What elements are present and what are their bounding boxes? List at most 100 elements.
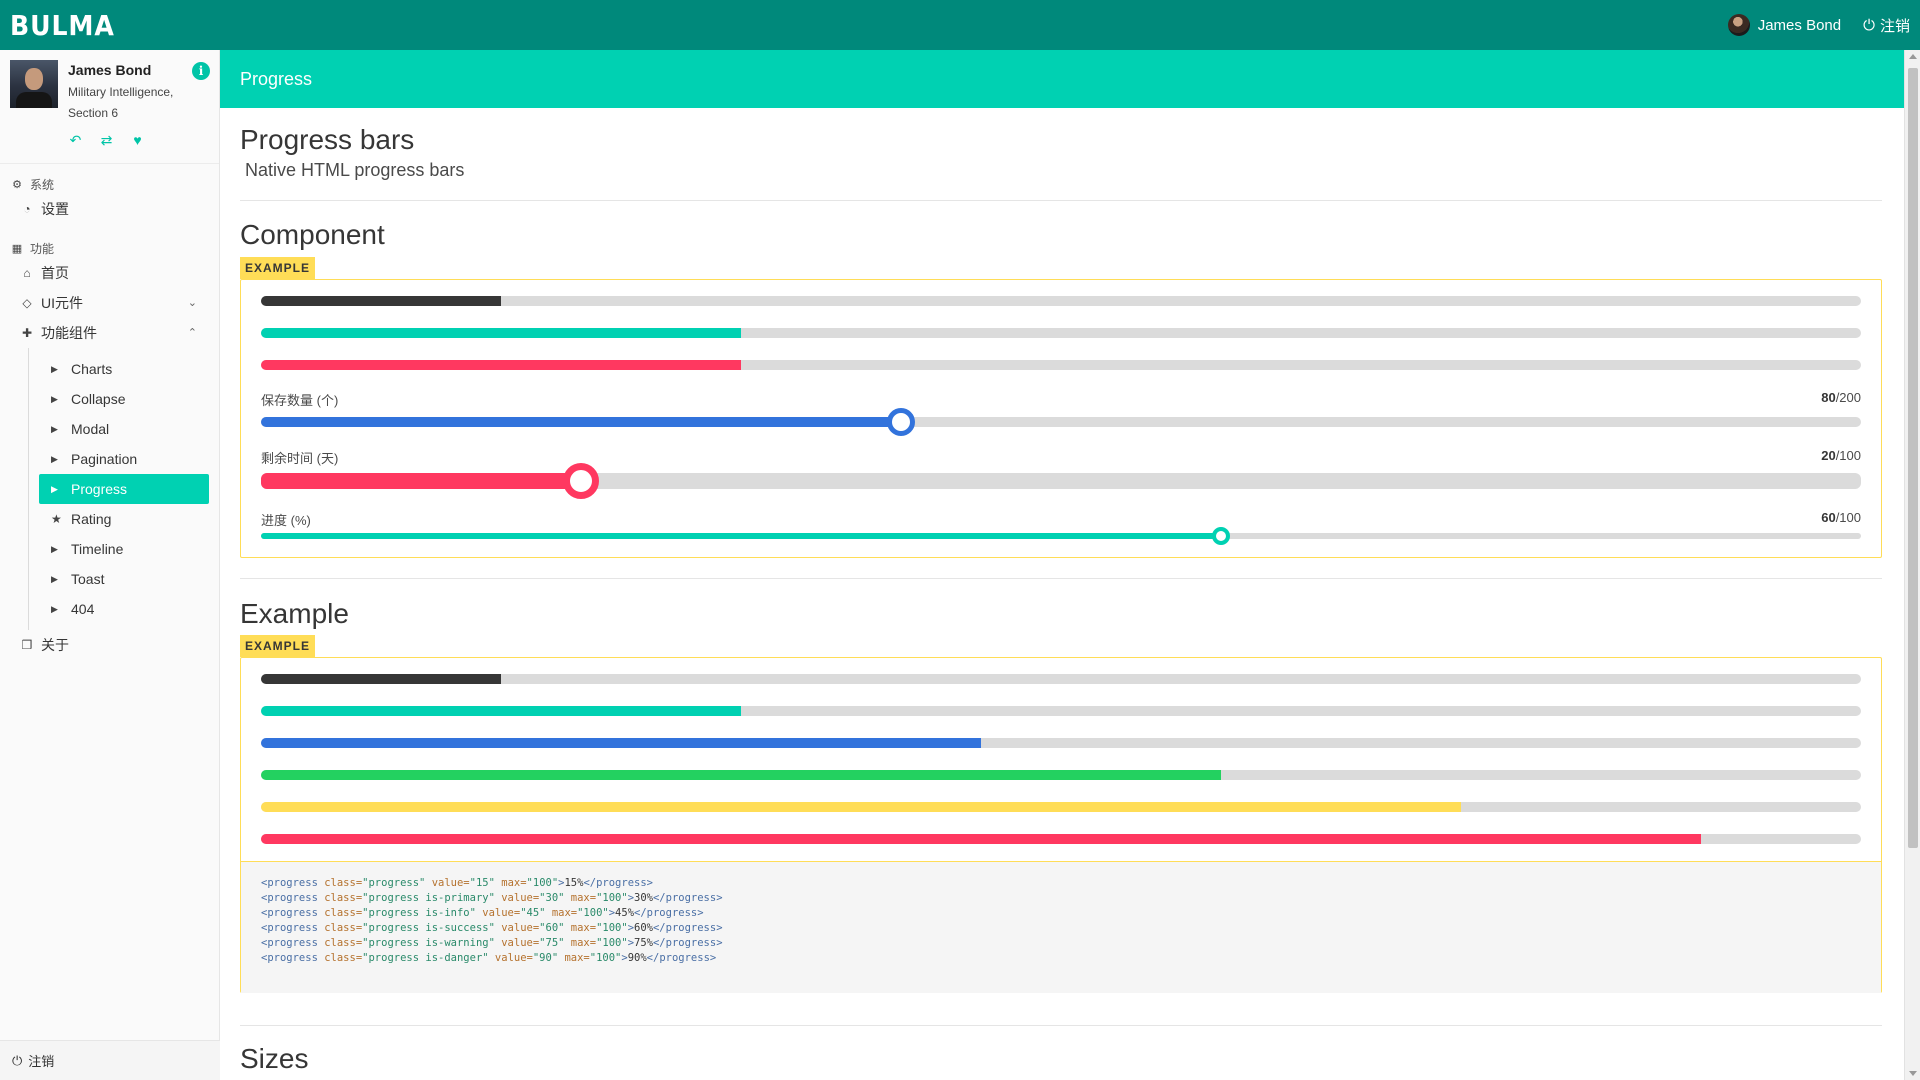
sidebar-item-label: 首页	[41, 265, 69, 281]
scroll-up-arrow[interactable]	[1909, 54, 1917, 59]
sidebar-item-label: Rating	[71, 511, 112, 527]
scrollbar-thumb[interactable]	[1908, 68, 1918, 848]
scroll-down-arrow[interactable]	[1909, 1071, 1917, 1076]
page-scrollbar[interactable]	[1904, 50, 1920, 1080]
range-slider[interactable]	[261, 463, 1861, 499]
sidebar-item-ui[interactable]: ◇ UI元件 ⌄	[0, 288, 219, 318]
progress-bar	[261, 738, 1861, 748]
sidebar-item-charts[interactable]: ▶ Charts	[39, 354, 209, 384]
code-line: <progress class="progress" value="15" ma…	[261, 877, 653, 889]
code-snippet: <progress class="progress" value="15" ma…	[241, 861, 1881, 993]
sidebar-item-label: Progress	[71, 481, 128, 497]
cube-icon: ❒	[21, 638, 33, 652]
example-badge: EXAMPLE	[240, 635, 316, 657]
home-icon: ⌂	[23, 266, 31, 280]
puzzle-icon: ✚	[21, 326, 33, 340]
component-example-box: 保存数量 (个) 80/200 剩余时间 (天) 20/100 进度 (%) 6…	[240, 279, 1882, 558]
menu-group-label: 功能	[30, 241, 55, 256]
menu-group-features: ▦ 功能	[0, 238, 219, 258]
progress-bar	[261, 296, 1861, 306]
progress-fill	[261, 802, 1461, 812]
retweet-icon[interactable]: ⇄	[98, 132, 115, 149]
sidebar-item-progress[interactable]: ▶ Progress	[39, 474, 209, 504]
sidebar-item-modal[interactable]: ▶ Modal	[39, 414, 209, 444]
slider-thumb[interactable]	[887, 408, 915, 436]
code-line: <progress class="progress is-primary" va…	[261, 892, 723, 904]
navbar-right: James Bond ⏻ 注销	[1727, 14, 1910, 36]
logout-label: 注销	[1879, 17, 1910, 35]
example-badge: EXAMPLE	[240, 257, 316, 279]
sidebar-item-label: Collapse	[71, 391, 126, 407]
slider-value: 80/200	[1821, 390, 1861, 405]
slider-max: /100	[1835, 510, 1861, 525]
progress-fill	[261, 296, 501, 306]
reply-icon[interactable]: ↶	[67, 132, 84, 149]
sidebar-item-home[interactable]: ⌂ 首页	[0, 258, 219, 288]
progress-bar	[261, 802, 1861, 812]
slider-value: 20/100	[1821, 448, 1861, 463]
sidebar-item-label: Timeline	[71, 541, 124, 557]
progress-bar	[261, 328, 1861, 338]
sidebar-item-404[interactable]: ▶ 404	[39, 594, 209, 624]
chevron-down-icon: ⌄	[187, 297, 197, 309]
slider-value: 60/100	[1821, 510, 1861, 525]
caret-right-icon: ▶	[51, 363, 58, 374]
sidebar-logout-label: 注销	[28, 1054, 55, 1069]
divider	[240, 578, 1882, 579]
logout-link[interactable]: ⏻ 注销	[1863, 15, 1910, 36]
sidebar-item-components[interactable]: ✚ 功能组件 ⌃	[0, 318, 219, 348]
sidebar-item-collapse[interactable]: ▶ Collapse	[39, 384, 209, 414]
sidebar-item-label: Modal	[71, 421, 110, 437]
section-title-component: Component	[240, 219, 385, 250]
menu-group-system: ⚙ 系统	[0, 174, 219, 194]
main-content: Progress bars Native HTML progress bars …	[240, 108, 1882, 1080]
code-line: <progress class="progress is-danger" val…	[261, 952, 717, 964]
caret-right-icon: ▶	[51, 543, 58, 554]
progress-bar	[261, 360, 1861, 370]
sidebar-item-settings[interactable]: ◔ 设置	[0, 194, 219, 224]
slider-thumb[interactable]	[1212, 527, 1230, 545]
divider	[240, 1025, 1882, 1026]
slider-fill	[261, 473, 581, 489]
brand-logo[interactable]: BULMA	[10, 9, 115, 42]
progress-fill	[261, 706, 741, 716]
sidebar-logout-button[interactable]: ⏻ 注销	[0, 1040, 220, 1080]
sidebar-item-label: 404	[71, 601, 95, 617]
slider-label: 保存数量 (个)	[261, 393, 339, 408]
sidebar-item-pagination[interactable]: ▶ Pagination	[39, 444, 209, 474]
caret-right-icon: ▶	[51, 393, 58, 404]
sidebar-item-about[interactable]: ❒ 关于	[0, 630, 219, 660]
sidebar-item-label: Charts	[71, 361, 113, 377]
page-subtitle: Native HTML progress bars	[245, 160, 465, 180]
grid-icon: ▦	[11, 242, 23, 255]
caret-right-icon: ▶	[51, 453, 58, 464]
slider-max: /200	[1835, 390, 1861, 405]
caret-right-icon: ▶	[51, 483, 58, 494]
sidebar-item-toast[interactable]: ▶ Toast	[39, 564, 209, 594]
range-slider[interactable]	[261, 408, 1861, 436]
progress-fill	[261, 770, 1221, 780]
profile-card: James Bond Military Intelligence, Sectio…	[0, 50, 219, 164]
heart-icon[interactable]: ♥	[129, 132, 146, 149]
slider-label: 剩余时间 (天)	[261, 451, 339, 466]
progress-fill	[261, 328, 741, 338]
progress-fill	[261, 738, 981, 748]
power-icon: ⏻	[1863, 16, 1875, 34]
slider-thumb[interactable]	[563, 463, 599, 499]
user-menu[interactable]: James Bond	[1727, 14, 1841, 36]
chevron-up-icon: ⌃	[187, 327, 197, 339]
star-icon: ★	[51, 512, 62, 526]
divider	[240, 200, 1882, 201]
slider-current: 60	[1821, 510, 1836, 525]
caret-right-icon: ▶	[51, 423, 58, 434]
info-circle-icon[interactable]: i	[192, 62, 210, 80]
sidebar-item-rating[interactable]: ★ Rating	[39, 504, 209, 534]
cogs-icon: ⚙	[12, 178, 22, 191]
progress-bar	[261, 770, 1861, 780]
slider-max: /100	[1835, 448, 1861, 463]
sidebar-item-timeline[interactable]: ▶ Timeline	[39, 534, 209, 564]
slider-label: 进度 (%)	[261, 513, 311, 528]
sidebar-item-label: 功能组件	[41, 325, 97, 341]
range-slider[interactable]	[261, 527, 1861, 545]
slider-fill	[261, 417, 901, 427]
